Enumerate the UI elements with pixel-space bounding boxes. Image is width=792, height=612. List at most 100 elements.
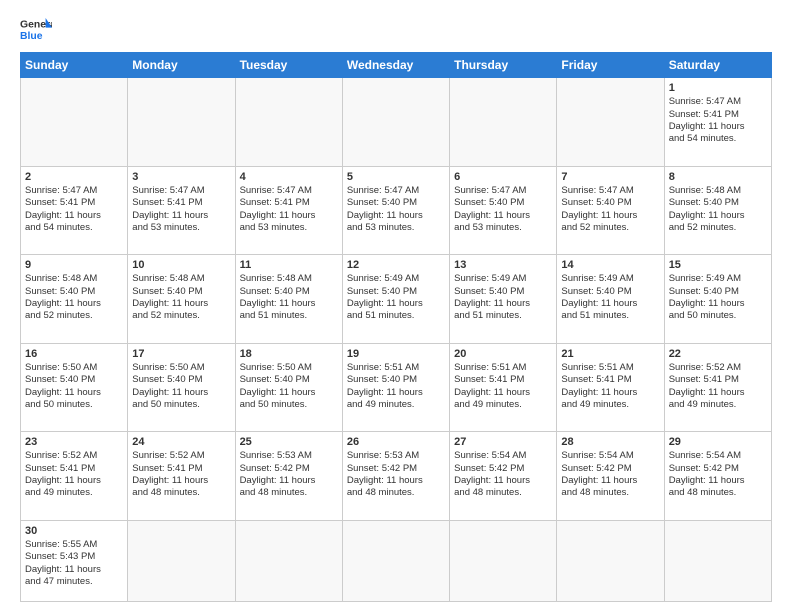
day-number: 27 <box>454 435 552 449</box>
day-info: Sunrise: 5:49 AM <box>347 273 445 285</box>
day-info: Sunset: 5:42 PM <box>669 463 767 475</box>
calendar-cell: 16Sunrise: 5:50 AMSunset: 5:40 PMDayligh… <box>21 343 128 432</box>
day-info: Sunrise: 5:55 AM <box>25 539 123 551</box>
calendar-cell: 18Sunrise: 5:50 AMSunset: 5:40 PMDayligh… <box>235 343 342 432</box>
day-info: and 49 minutes. <box>347 399 445 411</box>
day-info: and 48 minutes. <box>454 487 552 499</box>
day-info: Sunrise: 5:51 AM <box>454 362 552 374</box>
col-header-monday: Monday <box>128 53 235 78</box>
day-info: Daylight: 11 hours <box>561 210 659 222</box>
calendar-cell <box>235 520 342 601</box>
day-info: Sunset: 5:40 PM <box>25 374 123 386</box>
day-info: Sunset: 5:41 PM <box>561 374 659 386</box>
day-info: Sunset: 5:42 PM <box>240 463 338 475</box>
header: General Blue <box>20 16 772 44</box>
day-number: 18 <box>240 347 338 361</box>
day-info: and 53 minutes. <box>132 222 230 234</box>
day-info: Sunrise: 5:47 AM <box>25 185 123 197</box>
day-number: 26 <box>347 435 445 449</box>
day-info: Sunrise: 5:49 AM <box>669 273 767 285</box>
day-info: Daylight: 11 hours <box>240 298 338 310</box>
day-info: and 47 minutes. <box>25 576 123 588</box>
day-info: Daylight: 11 hours <box>25 298 123 310</box>
calendar-cell: 12Sunrise: 5:49 AMSunset: 5:40 PMDayligh… <box>342 255 449 344</box>
day-number: 29 <box>669 435 767 449</box>
day-info: Daylight: 11 hours <box>132 387 230 399</box>
day-info: and 48 minutes. <box>669 487 767 499</box>
day-info: and 50 minutes. <box>25 399 123 411</box>
col-header-wednesday: Wednesday <box>342 53 449 78</box>
day-info: Daylight: 11 hours <box>132 475 230 487</box>
day-info: Sunrise: 5:47 AM <box>347 185 445 197</box>
calendar-cell: 22Sunrise: 5:52 AMSunset: 5:41 PMDayligh… <box>664 343 771 432</box>
day-info: Sunrise: 5:47 AM <box>132 185 230 197</box>
day-info: Sunset: 5:42 PM <box>454 463 552 475</box>
day-info: Sunrise: 5:49 AM <box>561 273 659 285</box>
day-info: Sunrise: 5:52 AM <box>132 450 230 462</box>
calendar-cell: 28Sunrise: 5:54 AMSunset: 5:42 PMDayligh… <box>557 432 664 521</box>
day-info: Sunrise: 5:47 AM <box>669 96 767 108</box>
day-info: Sunset: 5:41 PM <box>669 109 767 121</box>
calendar-cell: 1Sunrise: 5:47 AMSunset: 5:41 PMDaylight… <box>664 78 771 167</box>
calendar-cell <box>235 78 342 167</box>
day-info: Daylight: 11 hours <box>561 475 659 487</box>
day-info: Sunrise: 5:48 AM <box>669 185 767 197</box>
day-info: and 51 minutes. <box>561 310 659 322</box>
day-number: 2 <box>25 170 123 184</box>
day-info: and 52 minutes. <box>132 310 230 322</box>
day-info: and 49 minutes. <box>669 399 767 411</box>
day-number: 12 <box>347 258 445 272</box>
svg-text:Blue: Blue <box>20 31 43 42</box>
day-info: Daylight: 11 hours <box>454 298 552 310</box>
day-info: and 48 minutes. <box>561 487 659 499</box>
calendar-cell <box>128 78 235 167</box>
calendar-cell <box>664 520 771 601</box>
col-header-thursday: Thursday <box>450 53 557 78</box>
calendar-cell: 27Sunrise: 5:54 AMSunset: 5:42 PMDayligh… <box>450 432 557 521</box>
day-number: 14 <box>561 258 659 272</box>
day-number: 19 <box>347 347 445 361</box>
logo: General Blue <box>20 16 52 44</box>
day-number: 24 <box>132 435 230 449</box>
day-info: and 48 minutes. <box>347 487 445 499</box>
day-info: Daylight: 11 hours <box>669 387 767 399</box>
calendar-cell: 29Sunrise: 5:54 AMSunset: 5:42 PMDayligh… <box>664 432 771 521</box>
day-info: Sunrise: 5:52 AM <box>25 450 123 462</box>
day-info: Sunset: 5:40 PM <box>669 197 767 209</box>
day-number: 16 <box>25 347 123 361</box>
calendar-cell: 4Sunrise: 5:47 AMSunset: 5:41 PMDaylight… <box>235 166 342 255</box>
day-number: 10 <box>132 258 230 272</box>
day-info: Sunrise: 5:54 AM <box>669 450 767 462</box>
day-number: 20 <box>454 347 552 361</box>
day-info: Sunset: 5:41 PM <box>25 463 123 475</box>
day-info: Daylight: 11 hours <box>240 475 338 487</box>
day-info: Sunset: 5:40 PM <box>347 374 445 386</box>
day-number: 1 <box>669 81 767 95</box>
day-info: Sunset: 5:40 PM <box>561 286 659 298</box>
calendar-cell: 6Sunrise: 5:47 AMSunset: 5:40 PMDaylight… <box>450 166 557 255</box>
calendar-cell <box>557 520 664 601</box>
day-info: and 52 minutes. <box>25 310 123 322</box>
day-info: Sunset: 5:40 PM <box>25 286 123 298</box>
day-info: Sunset: 5:40 PM <box>132 374 230 386</box>
day-info: Sunrise: 5:47 AM <box>454 185 552 197</box>
day-info: Sunset: 5:43 PM <box>25 551 123 563</box>
day-info: Sunset: 5:42 PM <box>561 463 659 475</box>
day-info: and 51 minutes. <box>347 310 445 322</box>
calendar-cell: 25Sunrise: 5:53 AMSunset: 5:42 PMDayligh… <box>235 432 342 521</box>
day-info: Sunset: 5:40 PM <box>132 286 230 298</box>
day-info: and 49 minutes. <box>454 399 552 411</box>
day-number: 25 <box>240 435 338 449</box>
col-header-tuesday: Tuesday <box>235 53 342 78</box>
day-info: Daylight: 11 hours <box>25 387 123 399</box>
day-info: Daylight: 11 hours <box>25 210 123 222</box>
day-info: Sunset: 5:40 PM <box>240 286 338 298</box>
day-info: Daylight: 11 hours <box>669 298 767 310</box>
calendar-cell: 2Sunrise: 5:47 AMSunset: 5:41 PMDaylight… <box>21 166 128 255</box>
calendar-cell <box>450 78 557 167</box>
day-info: Daylight: 11 hours <box>454 387 552 399</box>
day-number: 7 <box>561 170 659 184</box>
day-info: and 53 minutes. <box>347 222 445 234</box>
col-header-saturday: Saturday <box>664 53 771 78</box>
calendar-cell: 23Sunrise: 5:52 AMSunset: 5:41 PMDayligh… <box>21 432 128 521</box>
